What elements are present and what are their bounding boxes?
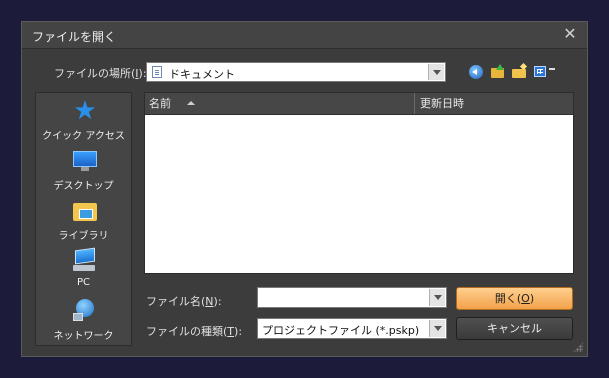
dialog-title: ファイルを開く	[32, 30, 117, 44]
resize-grip[interactable]	[573, 342, 583, 352]
place-label: PC	[76, 277, 90, 288]
cancel-button[interactable]: キャンセル	[456, 317, 573, 340]
network-icon	[73, 299, 97, 323]
up-folder-icon[interactable]	[490, 64, 506, 80]
pc-icon	[73, 249, 97, 273]
filename-label: ファイル名(N):	[146, 295, 222, 308]
place-label: クイック アクセス	[42, 131, 125, 142]
title-bar[interactable]: ファイルを開く ✕	[22, 22, 587, 49]
star-icon: ★	[73, 96, 97, 126]
column-header: 名前 更新日時	[145, 93, 573, 115]
view-menu-icon[interactable]	[534, 64, 556, 80]
filetype-label: ファイルの種類(T):	[146, 325, 243, 338]
place-library[interactable]: ライブラリ	[36, 193, 131, 242]
place-desktop[interactable]: デスクトップ	[36, 143, 131, 192]
place-label: ライブラリ	[58, 231, 109, 242]
close-button[interactable]: ✕	[561, 25, 579, 43]
place-network[interactable]: ネットワーク	[36, 293, 131, 342]
place-pc[interactable]: PC	[36, 243, 131, 291]
new-folder-icon[interactable]	[512, 64, 528, 80]
sort-ascending-icon	[187, 101, 195, 105]
filetype-dropdown-arrow[interactable]	[429, 320, 445, 337]
open-file-dialog: ファイルを開く ✕ ファイルの場所(I): ドキュメント ★ クイック アクセス…	[21, 21, 588, 357]
column-name-header[interactable]: 名前	[145, 93, 415, 114]
place-label: ネットワーク	[53, 331, 114, 342]
desktop-icon	[73, 149, 97, 173]
filename-dropdown-arrow[interactable]	[429, 289, 445, 306]
lookin-combobox[interactable]: ドキュメント	[146, 62, 446, 82]
lookin-dropdown-arrow[interactable]	[428, 64, 444, 80]
lookin-label: ファイルの場所(I):	[54, 67, 147, 80]
document-folder-icon	[152, 66, 162, 78]
filetype-value: プロジェクトファイル (*.pskp)	[262, 324, 420, 337]
library-icon	[73, 199, 97, 223]
filename-field[interactable]	[257, 287, 447, 308]
lookin-value: ドキュメント	[169, 68, 235, 81]
place-quick-access[interactable]: ★ クイック アクセス	[36, 93, 131, 142]
filetype-select[interactable]: プロジェクトファイル (*.pskp)	[257, 318, 447, 339]
place-label: デスクトップ	[53, 181, 114, 192]
file-list[interactable]: 名前 更新日時	[144, 92, 574, 274]
column-modified-header[interactable]: 更新日時	[416, 93, 573, 114]
open-button[interactable]: 開く(O)	[456, 287, 573, 310]
back-icon[interactable]	[468, 64, 484, 80]
places-bar: ★ クイック アクセス デスクトップ ライブラリ PC ネットワーク	[35, 92, 132, 346]
